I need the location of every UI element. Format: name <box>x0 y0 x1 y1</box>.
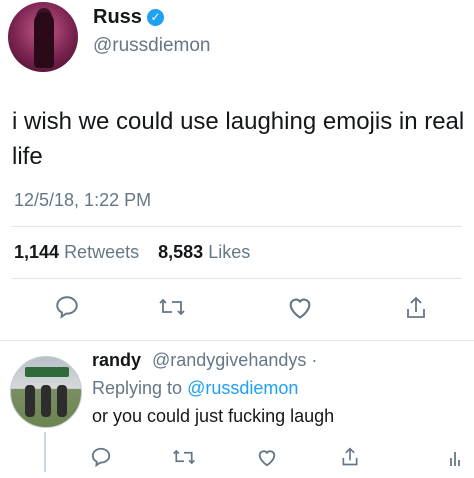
avatar-figure-shape <box>34 12 54 68</box>
divider <box>12 278 462 279</box>
author-name[interactable]: Russ <box>93 6 142 29</box>
reply-author-handle[interactable]: @randygivehandys · <box>152 350 317 371</box>
reply-text: or you could just fucking laugh <box>92 406 335 426</box>
share-icon[interactable] <box>404 294 428 327</box>
avatar-sign-shape <box>25 367 69 377</box>
replying-to-link[interactable]: @russdiemon <box>187 378 298 398</box>
like-icon[interactable] <box>286 294 314 325</box>
avatar-person-shape <box>41 385 51 417</box>
likes-count[interactable]: 8,583 <box>158 242 203 262</box>
tweet-timestamp[interactable]: 12/5/18, 1:22 PM <box>14 190 151 211</box>
replying-to-prefix: Replying to <box>92 378 183 398</box>
reply-action-bar <box>0 446 474 472</box>
reply-author-name[interactable]: randy <box>92 350 141 371</box>
reply-tweet: randy @randygivehandys · Replying to @ru… <box>0 340 474 478</box>
avatar-person-shape <box>57 385 67 417</box>
verified-badge-icon: ✓ <box>147 9 164 26</box>
tweet-stats: 1,144 Retweets 8,583 Likes <box>14 242 264 263</box>
tweet-action-bar <box>0 294 474 324</box>
author-handle[interactable]: @russdiemon <box>93 35 211 57</box>
retweet-icon[interactable] <box>172 446 196 474</box>
tweet-text: i wish we could use laughing emojis in r… <box>12 108 465 170</box>
retweet-icon[interactable] <box>158 294 186 325</box>
avatar-person-shape <box>25 385 35 417</box>
likes-label[interactable]: Likes <box>208 242 250 262</box>
author-avatar[interactable] <box>8 2 78 72</box>
share-icon[interactable] <box>340 446 360 474</box>
reply-icon[interactable] <box>90 446 112 474</box>
reply-icon[interactable] <box>54 294 80 325</box>
replying-to: Replying to @russdiemon <box>92 378 298 399</box>
retweets-count[interactable]: 1,144 <box>14 242 59 262</box>
analytics-icon[interactable] <box>448 446 462 474</box>
reply-author-avatar[interactable] <box>10 356 82 428</box>
divider <box>12 226 462 227</box>
like-icon[interactable] <box>256 446 278 474</box>
retweets-label[interactable]: Retweets <box>64 242 139 262</box>
